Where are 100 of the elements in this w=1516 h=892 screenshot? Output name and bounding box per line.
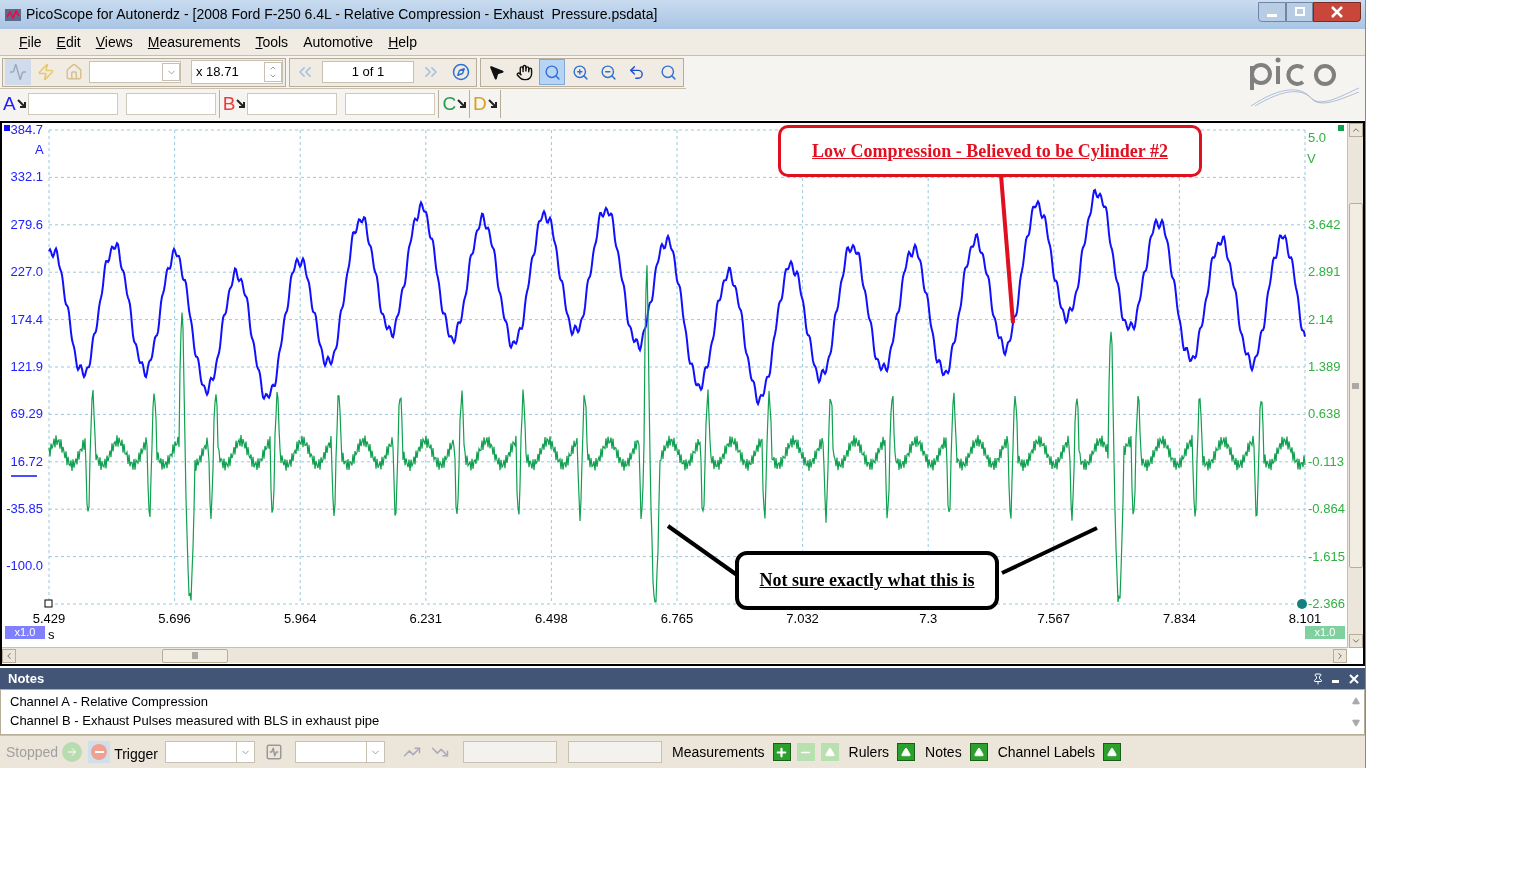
trigger-mode-field[interactable] — [165, 741, 255, 763]
menu-item[interactable]: Measurements — [147, 31, 241, 53]
restore-button[interactable] — [1286, 1, 1313, 22]
y-axis-label: 174.4 — [10, 312, 43, 326]
zoom-select-icon[interactable] — [543, 63, 561, 81]
menu-item[interactable]: Help — [388, 31, 417, 53]
vertical-scrollbar[interactable] — [1347, 123, 1363, 648]
triangle-icon — [973, 747, 984, 757]
horizontal-scrollbar[interactable] — [2, 647, 1347, 663]
app-icon — [4, 6, 22, 23]
remove-button[interactable] — [796, 743, 815, 761]
x-axis-label: 6.231 — [409, 612, 443, 625]
expand-button[interactable] — [1102, 743, 1121, 761]
zoom-full-icon[interactable] — [659, 63, 677, 81]
toolbar-label: Rulers — [848, 742, 890, 762]
y-axis-label: 2.14 — [1308, 312, 1334, 326]
x-axis-label: 6.498 — [535, 612, 568, 625]
menu-item[interactable]: Tools — [255, 31, 289, 53]
scroll-down-icon[interactable] — [1350, 636, 1361, 646]
y-axis-label: 5.0 — [1308, 131, 1327, 144]
arrow-icon — [457, 99, 467, 108]
dropdown-field[interactable] — [89, 61, 181, 83]
close-icon[interactable] — [1349, 673, 1359, 684]
compass-icon[interactable] — [452, 63, 470, 81]
window-title: PicoScope for Autonerdz - [2008 Ford F-250 6.4L - Relative Compression - Exhaust Pressure.psdata] — [26, 5, 658, 24]
lightning-icon[interactable] — [37, 63, 55, 81]
pointer-icon[interactable] — [487, 63, 505, 81]
expand-button[interactable] — [969, 743, 988, 761]
y-axis-label: 69.29 — [10, 407, 43, 421]
trigger-source-field[interactable] — [295, 741, 385, 763]
delay-field[interactable] — [568, 741, 662, 763]
menu-item[interactable]: File — [19, 31, 42, 53]
scroll-thumb[interactable] — [1348, 203, 1363, 568]
y-axis-label: 3.642 — [1308, 217, 1341, 231]
channel-button[interactable]: A — [3, 94, 26, 113]
y-axis-label: 16.72 — [10, 454, 43, 468]
y-axis-label: -100.0 — [6, 559, 43, 572]
scroll-thumb[interactable] — [162, 648, 228, 663]
minimize-button[interactable] — [1258, 1, 1286, 22]
waveform-icon[interactable] — [9, 63, 27, 81]
zoom-in-icon[interactable] — [571, 63, 589, 81]
stop-button[interactable] — [88, 741, 111, 763]
coupling-field[interactable] — [125, 92, 216, 115]
start-button[interactable] — [62, 742, 83, 762]
y-axis-label: 121.9 — [10, 360, 43, 373]
x-axis-label: 5.964 — [283, 612, 317, 625]
pin-icon[interactable] — [1312, 672, 1324, 685]
undo-icon[interactable] — [627, 63, 645, 81]
note-line: Channel A - Relative Compression — [10, 693, 209, 711]
menu-item[interactable]: Edit — [56, 31, 81, 53]
y-axis-unit: V — [1307, 152, 1316, 165]
scroll-right-icon[interactable] — [1335, 650, 1345, 661]
expand-button[interactable] — [897, 743, 916, 761]
callout: Not sure exactly what this is — [735, 551, 999, 610]
x-axis-label: 8.101 — [1288, 612, 1322, 625]
triangle-icon — [824, 747, 835, 757]
arrow-icon — [487, 99, 497, 108]
spinner-icon[interactable] — [264, 62, 282, 82]
zoom-badge: x1.0 — [5, 626, 45, 639]
offset-handle — [1297, 599, 1307, 609]
close-button[interactable] — [1313, 1, 1361, 22]
scroll-up-icon[interactable] — [1350, 125, 1361, 135]
channel-button[interactable]: B — [222, 94, 246, 113]
y-axis-label: -1.615 — [1308, 549, 1345, 563]
y-axis-label: 279.6 — [10, 217, 43, 231]
notes-panel[interactable]: Channel A - Relative Compression Channel B - Exhaust Pulses measured with BLS in exhaust pipe — [0, 689, 1365, 735]
scroll-up-icon[interactable] — [1351, 697, 1360, 705]
buffer-field[interactable]: 1 of 1 — [322, 61, 414, 83]
zoom-out-icon[interactable] — [599, 63, 617, 81]
toolbar-label: Measurements — [672, 742, 765, 762]
range-field[interactable] — [27, 92, 118, 115]
channel-a-marker — [4, 125, 10, 131]
grip-icon — [1352, 382, 1359, 389]
status-text: Stopped — [6, 742, 59, 762]
menu-item[interactable]: Views — [95, 31, 133, 53]
x-axis-label: 7.834 — [1163, 612, 1196, 625]
home-icon[interactable] — [65, 63, 83, 81]
grip-icon — [192, 652, 198, 659]
channel-b-marker — [1338, 125, 1344, 131]
add-button[interactable] — [772, 743, 791, 761]
edit-button[interactable] — [820, 743, 839, 761]
trigger-edge-icon[interactable] — [265, 743, 283, 761]
coupling-field[interactable] — [345, 92, 436, 115]
scroll-left-icon[interactable] — [4, 650, 14, 661]
trigger-marker — [44, 599, 53, 608]
toolbar-label: Notes — [925, 742, 962, 762]
y-axis-label: -35.85 — [6, 502, 43, 516]
hand-icon[interactable] — [515, 63, 533, 81]
threshold-field[interactable] — [463, 741, 557, 763]
scroll-down-icon[interactable] — [1351, 719, 1360, 727]
y-axis-label: -0.113 — [1308, 454, 1344, 468]
arrow-icon — [16, 99, 26, 108]
zoom-badge: x1.0 — [1305, 626, 1345, 639]
range-field[interactable] — [247, 92, 338, 115]
x-axis-label: 6.765 — [660, 612, 694, 625]
y-axis-label: 1.389 — [1308, 360, 1341, 373]
arrow-icon — [66, 746, 79, 758]
triangle-icon — [901, 747, 912, 757]
menu-item[interactable]: Automotive — [303, 31, 374, 53]
zoom-factor-field[interactable]: x 18.71 — [191, 60, 283, 84]
